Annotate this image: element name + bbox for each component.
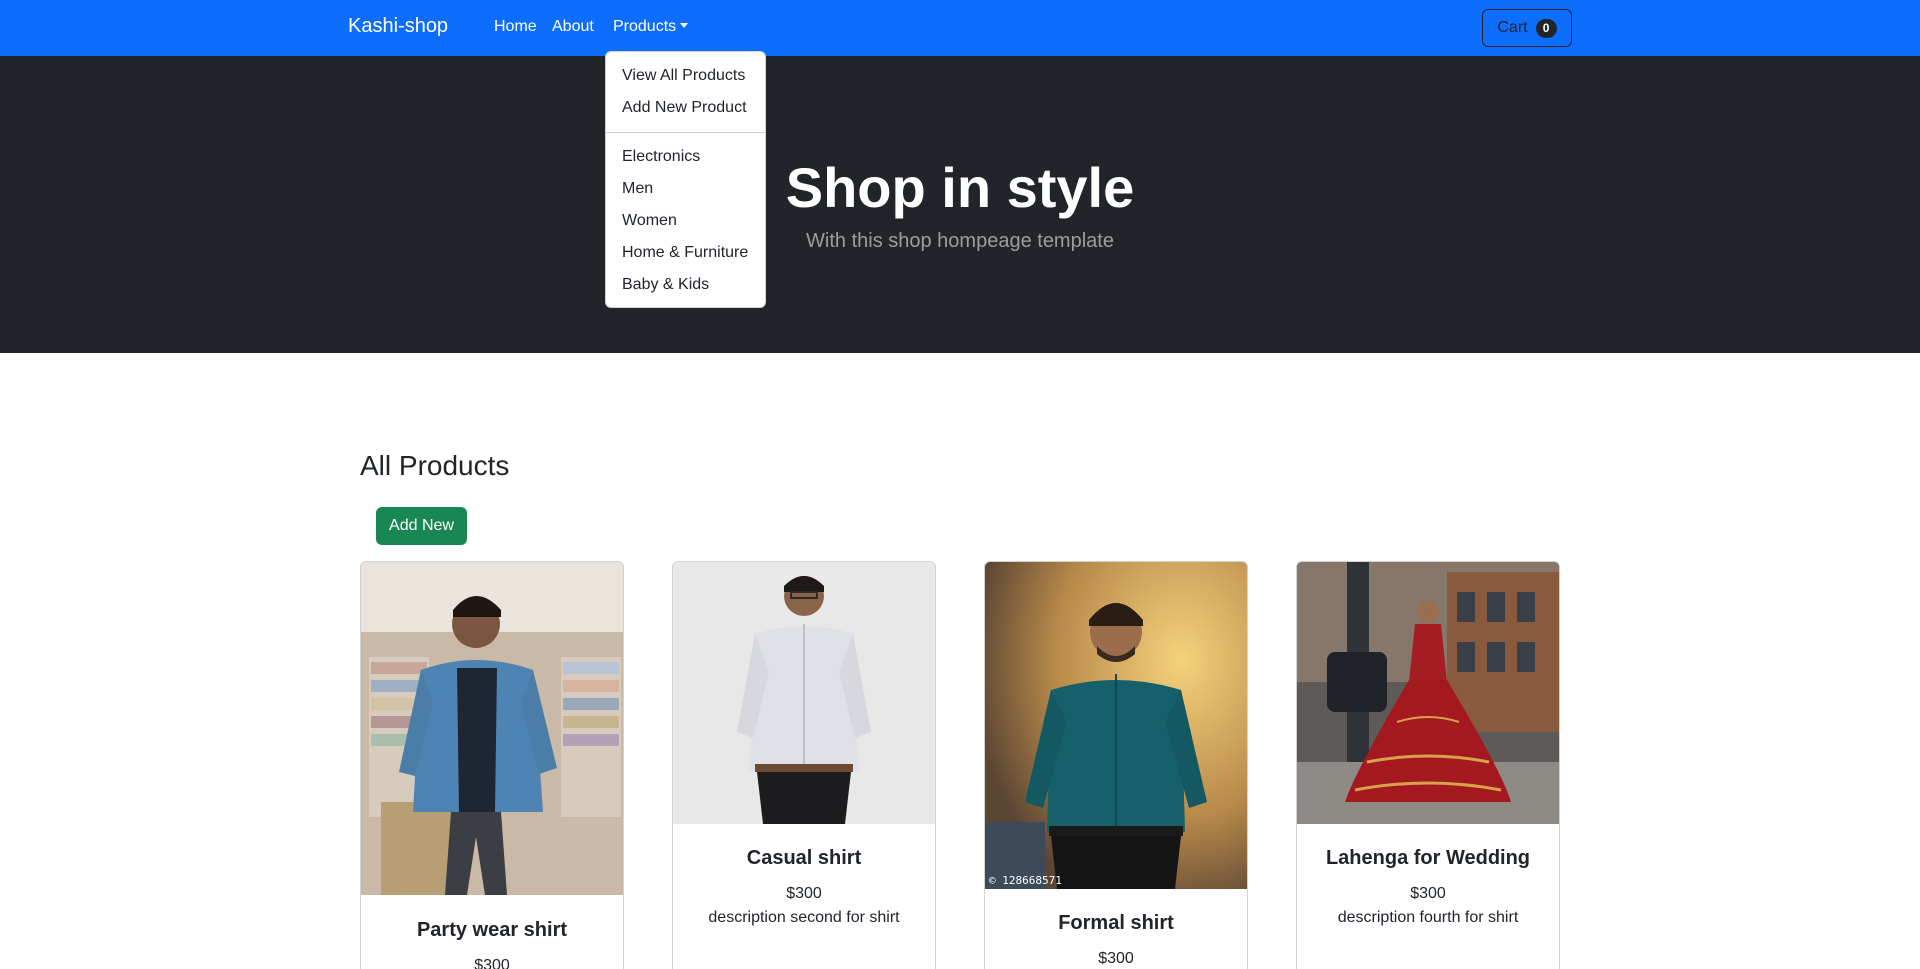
brand-link[interactable]: Kashi-shop <box>348 15 448 38</box>
card-price: $300 <box>1098 950 1134 967</box>
product-image <box>673 562 935 824</box>
card-price: $300 <box>1410 885 1446 902</box>
dropdown-item-home-furniture[interactable]: Home & Furniture <box>606 237 765 269</box>
cart-button[interactable]: Cart 0 <box>1482 9 1572 47</box>
card-price: $300 <box>474 957 510 969</box>
product-photo-casual-shirt <box>673 562 935 824</box>
card-title: Casual shirt <box>746 847 862 869</box>
product-photo-lahenga-for-wedding <box>1297 562 1559 824</box>
card-body: Lahenga for Wedding $300 description fou… <box>1297 847 1559 930</box>
product-image: © 128668571 <box>985 562 1247 889</box>
dropdown-item-men[interactable]: Men <box>606 173 765 205</box>
product-card[interactable]: Party wear shirt $300 <box>360 561 624 969</box>
card-description: description fourth for shirt <box>1337 909 1519 926</box>
product-photo-formal-shirt <box>985 562 1247 889</box>
dropdown-item-women[interactable]: Women <box>606 205 765 237</box>
section-title: All Products <box>360 450 510 481</box>
product-card[interactable]: Casual shirt $300 description second for… <box>672 561 936 969</box>
dropdown-divider <box>606 132 765 133</box>
nav-products-label: Products <box>613 18 677 35</box>
image-caption-id: 128668571 <box>1002 874 1062 887</box>
product-image <box>361 562 623 895</box>
nav-products-dropdown-toggle[interactable]: Products <box>613 18 689 36</box>
image-caption: © 128668571 <box>989 874 1062 887</box>
product-card[interactable]: © 128668571 Formal shirt $300 <box>984 561 1248 969</box>
card-title: Formal shirt <box>1058 912 1174 934</box>
card-body: Formal shirt $300 <box>985 912 1247 969</box>
cart-label: Cart <box>1497 19 1528 36</box>
caret-down-icon <box>680 23 689 28</box>
nav-home-link[interactable]: Home <box>494 18 537 36</box>
hero-title: Shop in style <box>785 156 1135 219</box>
card-body: Casual shirt $300 description second for… <box>673 847 935 930</box>
hero-banner: Shop in style With this shop hompeage te… <box>0 56 1920 353</box>
nav-about-link[interactable]: About <box>552 18 594 36</box>
product-card[interactable]: Lahenga for Wedding $300 description fou… <box>1296 561 1560 969</box>
card-description: description second for shirt <box>708 909 900 926</box>
dropdown-item-baby-kids[interactable]: Baby & Kids <box>606 269 765 301</box>
navbar: Kashi-shop Home About Products Cart 0 <box>0 0 1920 56</box>
card-title: Party wear shirt <box>416 919 568 941</box>
product-image <box>1297 562 1559 824</box>
card-body: Party wear shirt $300 <box>361 919 623 969</box>
cart-count-badge: 0 <box>1535 18 1557 38</box>
card-title: Lahenga for Wedding <box>1325 847 1531 869</box>
add-new-button[interactable]: Add New <box>376 507 467 545</box>
dropdown-item-add-new-product[interactable]: Add New Product <box>606 92 765 124</box>
dropdown-item-view-all-products[interactable]: View All Products <box>606 60 765 92</box>
card-price: $300 <box>786 885 822 902</box>
product-photo-party-wear-shirt <box>361 562 623 895</box>
dropdown-item-electronics[interactable]: Electronics <box>606 141 765 173</box>
hero-subtitle: With this shop hompeage template <box>806 230 1114 252</box>
products-dropdown-menu: View All Products Add New Product Electr… <box>605 51 766 308</box>
